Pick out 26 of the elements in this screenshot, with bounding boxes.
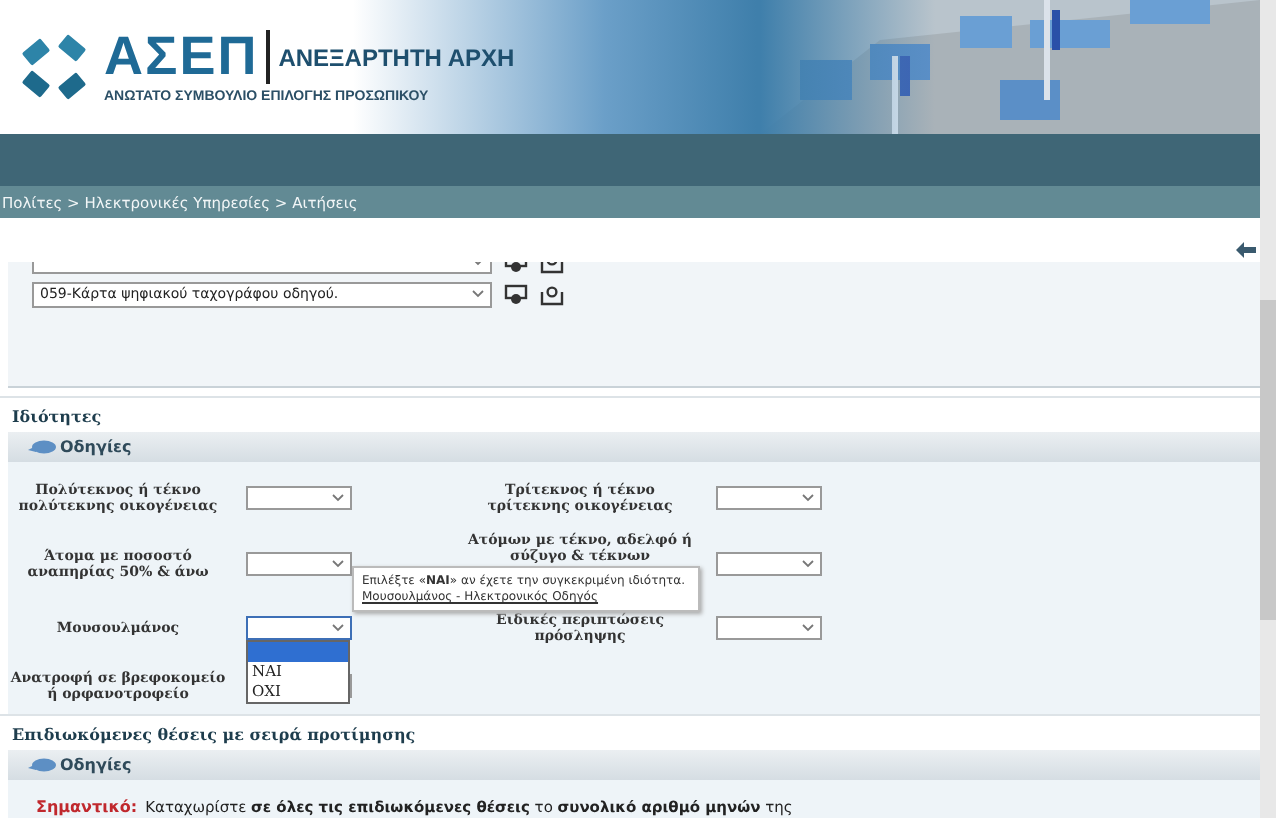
dropdown[interactable]	[246, 616, 352, 640]
section-title: Επιδιωκόμενες θέσεις με σειρά προτίμησης	[12, 723, 416, 743]
section-title: Ιδιότητες	[12, 405, 102, 425]
important-label: Σημαντικό:	[36, 798, 138, 816]
dropdown[interactable]	[716, 552, 822, 576]
back-arrow-icon[interactable]	[1236, 242, 1256, 258]
scrollbar[interactable]	[1260, 0, 1276, 818]
speech-bubble-icon	[28, 758, 56, 772]
chevron-down-icon	[332, 624, 344, 632]
dropdown[interactable]	[716, 616, 822, 640]
dropdown[interactable]	[716, 486, 822, 510]
dropdown[interactable]	[246, 486, 352, 510]
dropdown[interactable]	[246, 552, 352, 576]
chevron-down-icon	[802, 494, 814, 502]
chevron-down-icon	[332, 560, 344, 568]
speech-bubble-icon	[28, 440, 56, 454]
chevron-down-icon	[802, 624, 814, 632]
chevron-down-icon	[332, 494, 344, 502]
chevron-down-icon	[472, 290, 484, 298]
view-icon[interactable]	[504, 283, 528, 305]
logo-subtitle: ΑΝΕΞΑΡΤΗΤΗ ΑΡΧΗ	[278, 43, 515, 71]
upload-icon[interactable]	[540, 283, 564, 305]
instructions-link[interactable]: Οδηγίες	[28, 438, 132, 456]
instructions-link[interactable]: Οδηγίες	[28, 756, 132, 774]
logo-title: ΑΣΕΠ	[104, 30, 271, 84]
chevron-down-icon	[802, 560, 814, 568]
